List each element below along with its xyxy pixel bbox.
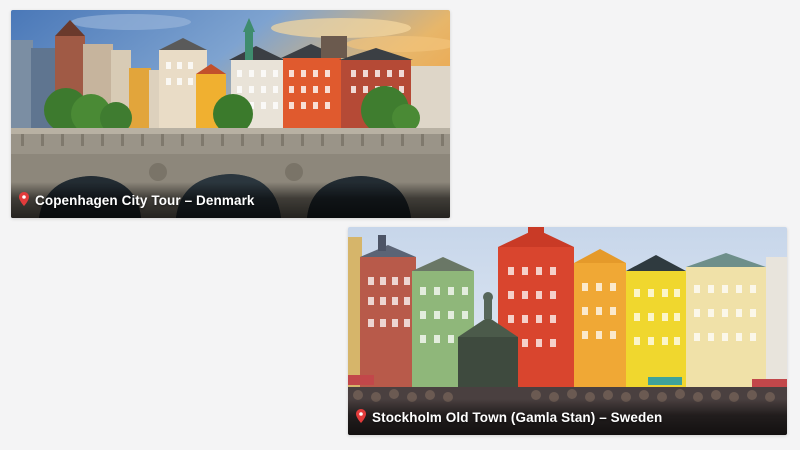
card-title: Stockholm Old Town (Gamla Stan) – Sweden — [372, 409, 663, 425]
card-caption: Copenhagen City Tour – Denmark — [11, 182, 450, 218]
location-pin-icon — [19, 192, 29, 206]
tour-card-copenhagen[interactable]: Copenhagen City Tour – Denmark — [11, 10, 450, 218]
card-title: Copenhagen City Tour – Denmark — [35, 192, 255, 208]
tour-gallery: Copenhagen City Tour – Denmark Stockholm… — [0, 0, 800, 450]
location-pin-icon — [356, 409, 366, 423]
tour-card-stockholm[interactable]: Stockholm Old Town (Gamla Stan) – Sweden — [348, 227, 787, 435]
card-caption: Stockholm Old Town (Gamla Stan) – Sweden — [348, 399, 787, 435]
